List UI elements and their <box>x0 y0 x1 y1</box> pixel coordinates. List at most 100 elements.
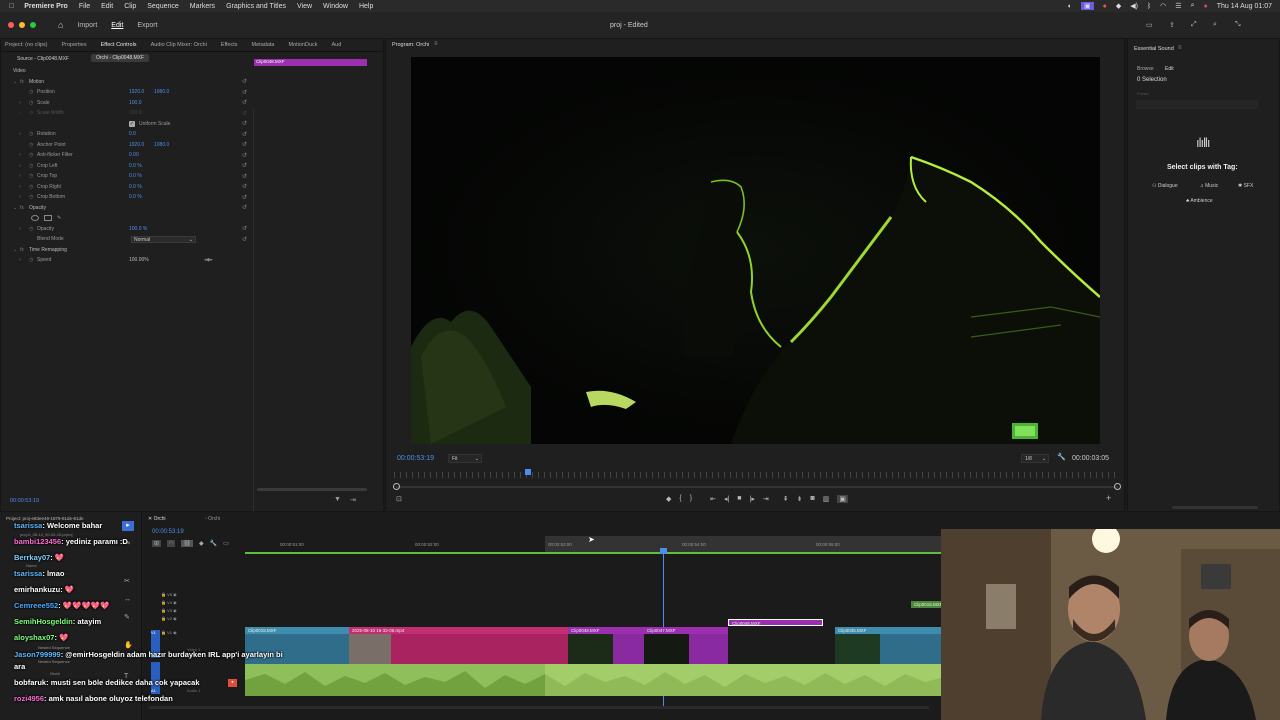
rotation-value[interactable]: 0.0 <box>129 131 136 137</box>
close-window-button[interactable] <box>8 22 14 28</box>
uniform-scale-checkbox[interactable]: ✓ <box>129 120 135 127</box>
seq-tab-1[interactable]: ✕ Orchi <box>148 516 166 522</box>
timeline-clip[interactable]: Clip0015.MXF <box>911 601 941 608</box>
menu-window[interactable]: Window <box>323 3 348 10</box>
tag-music[interactable]: ♫ Music <box>1200 183 1218 189</box>
tab-metadata[interactable]: Metadata <box>252 42 275 48</box>
safe-margins-icon[interactable]: ⊡ <box>396 495 402 503</box>
monitor-zoom-left-handle[interactable] <box>393 483 400 490</box>
fit-select[interactable]: Fit ⌄ <box>448 454 482 463</box>
filter-icon[interactable]: ▼ <box>334 496 341 503</box>
datetime[interactable]: Thu 14 Aug 01:07 <box>1217 3 1272 10</box>
expand-icon[interactable]: › <box>19 226 21 232</box>
razor-tool-icon[interactable]: ✂ <box>124 577 130 585</box>
step-back-icon[interactable]: ◂| <box>724 495 729 503</box>
reset-icon[interactable]: ↺ <box>242 183 247 190</box>
export-icon[interactable]: ⇥ <box>350 496 356 504</box>
ec-zoom-slider[interactable] <box>257 488 367 491</box>
opacity-value[interactable]: 100.0 % <box>129 226 147 232</box>
selection-tool-icon[interactable]: ▸ <box>122 521 134 531</box>
antiflicker-value[interactable]: 0.00 <box>129 152 139 158</box>
menu-icon[interactable]: ≡ <box>434 41 438 47</box>
stopwatch-icon[interactable]: ◷ <box>29 89 33 95</box>
nav-import[interactable]: Import <box>77 22 97 29</box>
timeline-clip[interactable]: 2025-08-10 16-32-06.mp4 <box>349 627 568 634</box>
home-icon[interactable]: ⌂ <box>58 20 63 30</box>
expand-icon[interactable]: › <box>19 100 21 106</box>
stop-icon[interactable]: ■ <box>737 495 741 503</box>
stopwatch-icon[interactable]: ◷ <box>29 100 33 106</box>
menu-edit[interactable]: Edit <box>101 3 113 10</box>
camera-icon[interactable]: ◙ <box>811 495 815 503</box>
record-icon[interactable]: ● <box>1103 3 1107 10</box>
quick-search-icon[interactable]: ⌕ <box>1213 21 1217 29</box>
reset-icon[interactable]: ↺ <box>242 141 247 148</box>
stopwatch-icon[interactable]: ◷ <box>29 257 33 263</box>
go-to-in-icon[interactable]: ⇤ <box>710 495 716 503</box>
menu-file[interactable]: File <box>79 3 90 10</box>
keyframe-nav-icon[interactable]: ◂◆▸ <box>204 257 213 263</box>
tab-project[interactable]: Project: (no clips) <box>5 42 48 48</box>
speed-value[interactable]: 100.00% <box>129 257 149 263</box>
wrench-icon[interactable]: 🔧 <box>1057 453 1066 461</box>
crop-top-value[interactable]: 0.0 % <box>129 173 142 179</box>
status-icon[interactable]: ◐ <box>1068 3 1072 10</box>
stopwatch-icon[interactable]: ◷ <box>29 226 33 232</box>
extract-icon[interactable]: ⇟ <box>797 495 803 503</box>
minimize-window-button[interactable] <box>19 22 25 28</box>
add-marker-icon[interactable]: ◆ <box>666 495 671 503</box>
expand-icon[interactable]: ⌄ <box>13 205 17 211</box>
tab-motionduck[interactable]: MotionDuck <box>288 42 317 48</box>
app-icon[interactable]: ◆ <box>1116 2 1121 10</box>
tag-dialogue[interactable]: ⚇ Dialogue <box>1152 183 1178 189</box>
app-menu[interactable]: Premiere Pro <box>24 3 68 10</box>
tag-ambience[interactable]: ♣ Ambience <box>1186 198 1213 204</box>
hand-tool-icon[interactable]: ✋ <box>124 641 133 649</box>
reset-icon[interactable]: ↺ <box>242 89 247 96</box>
menu-help[interactable]: Help <box>359 3 373 10</box>
control-center-icon[interactable]: ☰ <box>1175 2 1181 10</box>
expand-icon[interactable]: › <box>19 131 21 137</box>
ec-timecode[interactable]: 00:00:53:19 <box>10 498 39 504</box>
nest-icon[interactable]: ⊞ <box>152 540 162 547</box>
expand-icon[interactable]: › <box>19 163 21 169</box>
program-title[interactable]: Program: Orchi <box>392 42 429 48</box>
apple-icon[interactable]:  <box>9 3 14 10</box>
stopwatch-icon[interactable]: ◷ <box>29 163 33 169</box>
nav-export[interactable]: Export <box>137 22 157 29</box>
reset-icon[interactable]: ↺ <box>242 173 247 180</box>
stopwatch-icon[interactable]: ◷ <box>29 142 33 148</box>
tab-audio-mixer[interactable]: Audio Clip Mixer: Orchi <box>151 42 207 48</box>
linked-icon[interactable]: ⛓ <box>181 540 193 547</box>
bluetooth-icon[interactable]: ᛒ <box>1147 3 1151 10</box>
stopwatch-icon[interactable]: ◷ <box>29 152 33 158</box>
tab-edit[interactable]: Edit <box>1165 66 1174 72</box>
marker-icon[interactable]: ◆ <box>199 540 204 547</box>
crop-right-value[interactable]: 0.0 % <box>129 184 142 190</box>
go-to-out-icon[interactable]: ⇥ <box>763 495 769 503</box>
pen-mask-icon[interactable]: ✎ <box>57 215 61 221</box>
workspace-icon[interactable]: ▭ <box>1146 21 1153 29</box>
mark-out-icon[interactable]: } <box>690 495 692 503</box>
timeline-clip[interactable]: Clip0048.MXF <box>728 619 823 626</box>
track-v4[interactable]: 🔒 V4 ◉ <box>161 600 177 608</box>
share-icon[interactable]: ⇪ <box>1169 21 1175 29</box>
comparison-icon[interactable]: ▥ <box>823 495 830 503</box>
blend-mode-select[interactable]: Normal ⌄ <box>131 235 196 243</box>
name-column[interactable]: Name <box>26 563 37 568</box>
timeline-clip[interactable]: Clip0015.MXF <box>245 627 349 634</box>
stopwatch-icon[interactable]: ◷ <box>29 194 33 200</box>
slip-tool-icon[interactable]: ↔ <box>124 596 131 603</box>
expand-icon[interactable]: ⌄ <box>13 79 17 85</box>
mark-in-icon[interactable]: { <box>679 495 681 503</box>
program-viewer[interactable] <box>411 57 1100 444</box>
tab-properties[interactable]: Properties <box>62 42 87 48</box>
crop-left-value[interactable]: 0.0 % <box>129 163 142 169</box>
rect-mask-icon[interactable] <box>44 215 52 222</box>
search-icon[interactable]: ⌕ <box>1191 2 1195 10</box>
preset-bar[interactable] <box>1136 100 1258 109</box>
reset-icon[interactable]: ↺ <box>242 236 247 243</box>
seq-tab-2[interactable]: ▫ Orchi <box>205 516 220 522</box>
ellipse-mask-icon[interactable] <box>31 215 39 222</box>
reset-icon[interactable]: ↺ <box>242 204 247 211</box>
